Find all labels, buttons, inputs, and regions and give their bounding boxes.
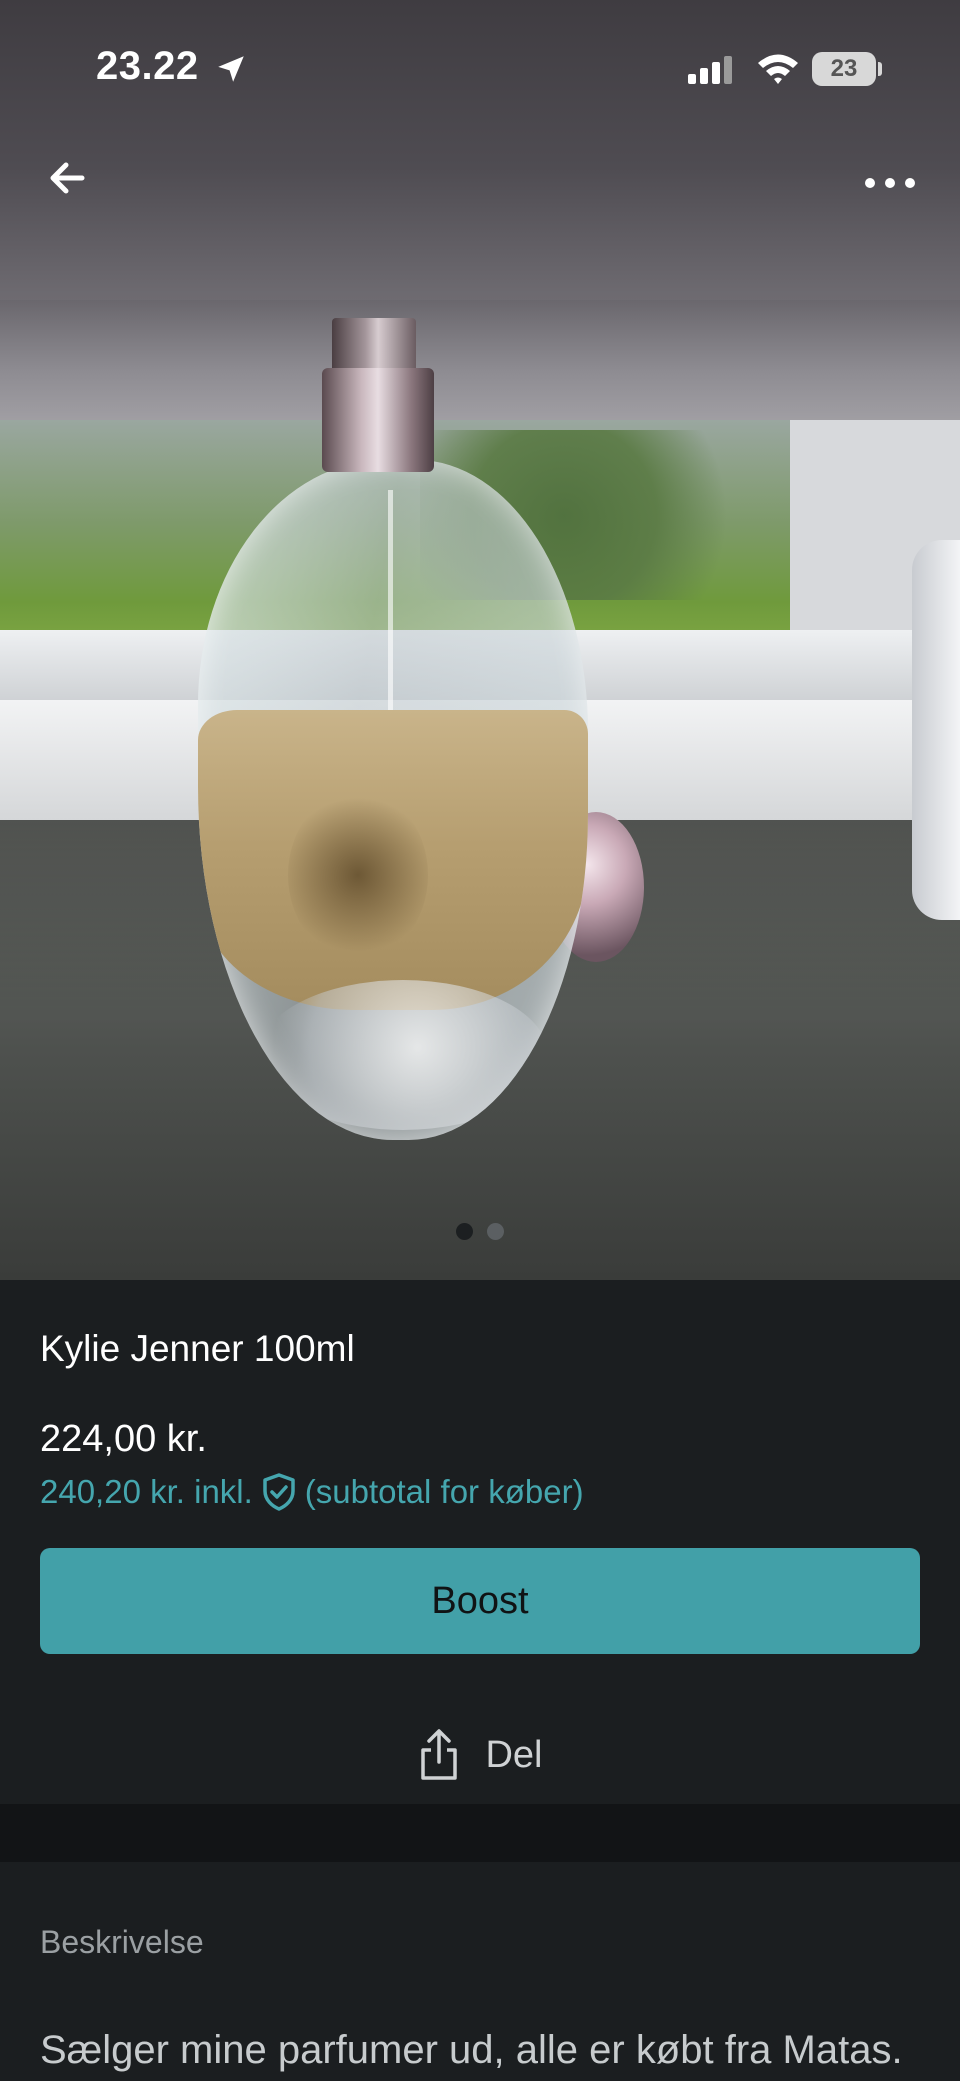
signal-icon bbox=[688, 56, 732, 84]
listing-details: Kylie Jenner 100ml 224,00 kr. 240,20 kr.… bbox=[0, 1280, 960, 1804]
boost-button[interactable]: Boost bbox=[40, 1548, 920, 1654]
buyer-subtotal[interactable]: 240,20 kr. inkl. (subtotal for køber) bbox=[40, 1472, 584, 1512]
subtotal-note: (subtotal for køber) bbox=[304, 1473, 584, 1510]
pager-dot-1[interactable] bbox=[456, 1223, 473, 1240]
bottle-nozzle bbox=[332, 318, 416, 374]
bottle-liquid-shade bbox=[288, 790, 428, 960]
bottle-glass-bottom bbox=[258, 980, 548, 1130]
description-section: Beskrivelse Sælger mine parfumer ud, all… bbox=[0, 1862, 960, 2081]
photo-scene-curtain bbox=[912, 540, 960, 920]
shield-check-icon bbox=[263, 1473, 295, 1511]
listing-title: Kylie Jenner 100ml bbox=[40, 1328, 355, 1369]
bottle-tube bbox=[388, 490, 393, 730]
battery-icon: 23 bbox=[812, 52, 876, 86]
wifi-icon bbox=[758, 54, 798, 84]
photo-scene-blind-edge bbox=[0, 300, 960, 420]
listing-price: 224,00 kr. bbox=[40, 1418, 207, 1460]
battery-tip bbox=[878, 62, 882, 76]
perfume-bottle bbox=[198, 460, 588, 1140]
bottle-collar bbox=[322, 368, 434, 472]
status-time: 23.22 bbox=[96, 44, 199, 88]
description-heading: Beskrivelse bbox=[40, 1924, 204, 1960]
description-text: Sælger mine parfumer ud, alle er købt fr… bbox=[40, 2028, 903, 2072]
image-pager[interactable] bbox=[456, 1223, 514, 1241]
pager-dot-2[interactable] bbox=[487, 1223, 505, 1240]
status-bar: 23.22 23 bbox=[0, 0, 960, 140]
share-label: Del bbox=[485, 1733, 543, 1776]
more-icon[interactable] bbox=[862, 168, 918, 198]
back-arrow-icon[interactable] bbox=[40, 150, 96, 206]
location-arrow-icon bbox=[218, 56, 244, 82]
share-icon bbox=[421, 1729, 458, 1780]
section-divider bbox=[0, 1804, 960, 1862]
product-photo[interactable]: 23.22 23 bbox=[0, 0, 960, 1280]
share-button[interactable]: Del bbox=[0, 1720, 960, 1790]
subtotal-amount: 240,20 kr. inkl. bbox=[40, 1473, 253, 1510]
